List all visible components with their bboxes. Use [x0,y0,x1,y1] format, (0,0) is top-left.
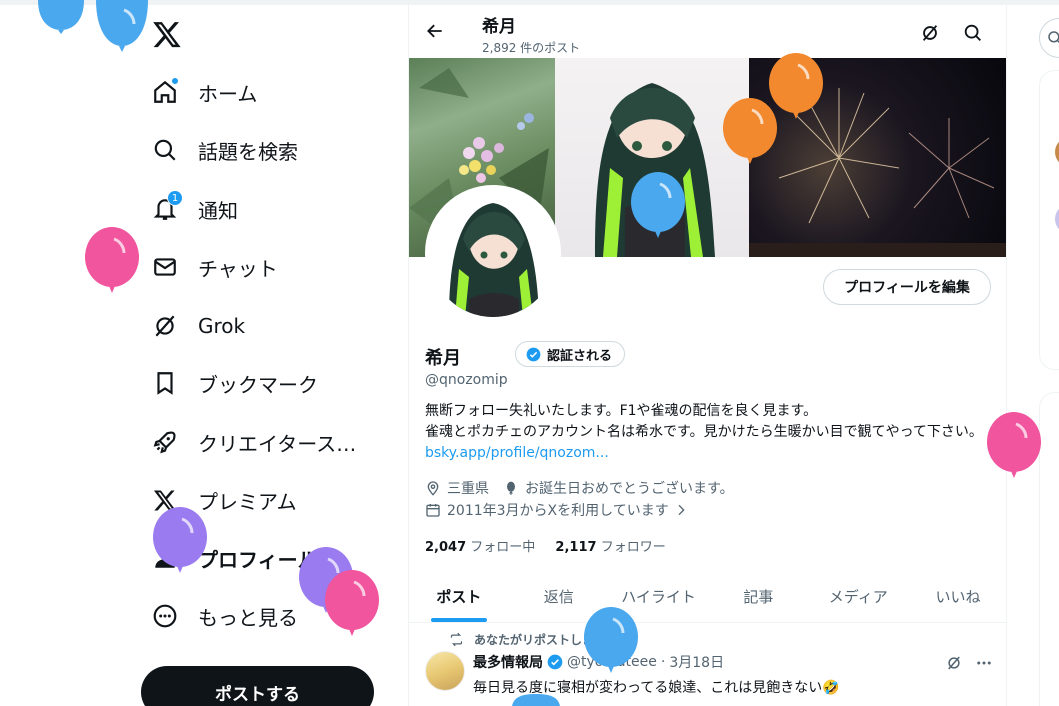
nav-label: ブックマーク [198,372,318,397]
profile-meta-row: 三重県 お誕生日おめでとうございます。 [425,478,734,498]
location-icon [425,480,441,496]
tweet-text: 毎日見る度に寝相が変わってる娘達、これは見飽きない🤣 [473,680,840,696]
profile-name: 希月 [425,348,461,369]
calendar-icon [425,502,441,518]
tweet-header: 最多情報局 @tyomateee · 3月18日 [473,652,724,672]
tweet-author-handle[interactable]: @tyomateee [567,654,657,670]
verified-label: 認証される [547,348,613,364]
search-input[interactable] [1039,18,1059,58]
tweet-author-name[interactable]: 最多情報局 [473,652,543,672]
followers-link[interactable]: 2,117 フォロワー [555,540,665,555]
profile-header-bar: 希月 2,892 件のポスト [409,5,1006,58]
more-circle-icon [152,603,178,629]
tab-highlights[interactable]: ハイライト [609,570,709,622]
nav-grok[interactable]: Grok [140,302,245,350]
get-verified-button[interactable]: 認証される [515,341,626,367]
notification-badge: 1 [167,190,183,206]
nav-label: もっと見る [198,605,298,630]
grok-icon[interactable] [945,654,963,672]
followers-count: 2,117 [555,540,597,555]
nav-premium[interactable]: プレミアム [140,476,297,524]
verified-badge-icon [547,654,563,670]
home-icon [152,77,179,105]
repost-label: あなたがリポストしました [474,633,619,647]
left-sidebar: ホーム 話題を検索 1 通知 チャット Grok ブックマーク クリエイタース…… [140,5,408,706]
balloon-birthday-icon [503,480,519,496]
banner-character-image [555,58,749,257]
grok-icon[interactable] [919,22,941,44]
following-link[interactable]: 2,047 フォロー中 [425,540,535,555]
x-logo-icon[interactable] [152,19,182,49]
profile-handle: @qnozomip [425,372,508,388]
verified-badge-icon [526,347,541,362]
bio-line: 雀魂とポカチェのアカウント名は希水です。見かけたら生暖かい目で観てやって下さい。… [425,422,995,464]
nav-label: プロフィール [198,547,318,572]
profile-joined: 2011年3月からXを利用しています [447,503,669,519]
nav-creator-studio[interactable]: クリエイタース… [140,418,356,466]
nav-bookmarks[interactable]: ブックマーク [140,359,318,407]
more-options-icon[interactable] [975,654,993,672]
person-icon [152,545,178,571]
repost-indicator: あなたがリポストしました [449,631,618,648]
followers-label: フォロワー [600,540,666,555]
tab-replies[interactable]: 返信 [509,570,609,622]
unread-dot [171,77,179,85]
following-label: フォロー中 [470,540,536,555]
nav-label: クリエイタース… [198,431,357,456]
bio-link[interactable]: bsky.app/profile/qnozom... [425,445,609,461]
nav-label: プレミアム [198,489,297,514]
post-button[interactable]: ポストする [141,666,374,706]
nav-more[interactable]: もっと見る [140,592,298,640]
header-title: 希月 [482,17,516,37]
nav-label: Grok [198,314,246,338]
tweet-date[interactable]: 3月18日 [669,652,724,672]
tab-media[interactable]: メディア [808,570,908,622]
search-icon [1046,29,1059,47]
tab-posts[interactable]: ポスト [409,570,509,622]
repost-icon [449,632,464,647]
edit-profile-button[interactable]: プロフィールを編集 [823,269,991,305]
balloon-decoration [38,0,84,34]
tab-articles[interactable]: 記事 [708,570,808,622]
trends-panel [1039,392,1059,706]
nav-chat[interactable]: チャット [140,243,278,291]
profile-avatar[interactable] [425,185,561,321]
profile-meta-row: 2011年3月からXを利用しています [425,500,695,520]
nav-label: ホーム [198,81,258,106]
profile-birthday: お誕生日おめでとうございます。 [525,481,734,497]
following-count: 2,047 [425,540,467,555]
nav-label: 通知 [198,198,238,223]
search-icon[interactable] [962,22,984,44]
banner-fireworks-image [749,58,1006,257]
nav-label: 話題を検索 [198,139,298,164]
nav-profile[interactable]: プロフィール [140,534,318,582]
nav-home[interactable]: ホーム [140,68,257,116]
balloon-decoration [85,227,139,293]
nav-explore[interactable]: 話題を検索 [140,126,298,174]
chevron-right-icon[interactable] [673,502,689,518]
profile-tabs: ポスト 返信 ハイライト 記事 メディア いいね [409,570,1006,623]
nav-label: チャット [198,256,278,281]
bell-icon: 1 [152,190,183,222]
profile-column: 希月 2,892 件のポスト プロフィールを編集 希月 認証される @qnozo… [408,5,1007,706]
back-arrow-icon[interactable] [425,21,445,41]
bio-text: 雀魂とポカチェのアカウント名は希水です。見かけたら生暖かい目で観てやって下さい。 [425,424,983,440]
bio-line: 無断フォロー失礼いたします。F1や雀魂の配信を良く見ます。 [425,403,818,419]
bookmark-icon [152,370,178,396]
rocket-icon [152,429,178,455]
tab-likes[interactable]: いいね [908,570,1006,622]
profile-bio: 無断フォロー失礼いたします。F1や雀魂の配信を良く見ます。 雀魂とポカチェのアカ… [425,401,995,464]
nav-notifications[interactable]: 1 通知 [140,185,238,233]
mail-icon [152,254,178,280]
x-logo-icon [152,487,178,513]
follow-stats: 2,047 フォロー中 2,117 フォロワー [425,536,666,555]
profile-location: 三重県 [447,481,489,497]
separator-dot: · [660,654,666,670]
search-icon [152,137,178,163]
post-count: 2,892 件のポスト [482,41,581,55]
grok-icon [152,313,178,339]
tweet-author-avatar[interactable] [425,651,465,691]
